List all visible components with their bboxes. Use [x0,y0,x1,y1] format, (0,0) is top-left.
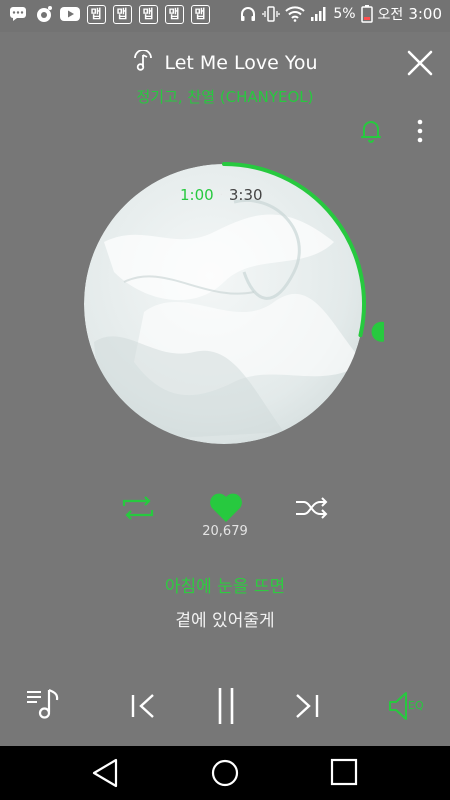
next-button[interactable] [286,686,326,726]
lyric-current[interactable]: 아침에 눈을 뜨면 [0,572,450,597]
signal-icon [310,6,328,22]
like-button[interactable] [205,488,247,528]
time-display: 1:00 · 3:30 [180,186,263,204]
hifi-note-icon [132,50,154,72]
seek-handle[interactable] [371,321,384,342]
heart-icon [210,493,242,522]
playlist-icon [27,688,59,719]
alarm-button[interactable] [356,116,386,146]
repeat-button[interactable] [118,492,158,524]
app-icon: 맵 [138,4,158,24]
wifi-icon [285,6,306,22]
recent-apps-button[interactable] [324,756,364,790]
music-note-icon [34,4,54,24]
lyric-next[interactable]: 곁에 있어줄게 [0,606,450,631]
previous-button[interactable] [124,686,164,726]
eq-label: EQ [408,699,424,712]
battery-percent: 5% [333,6,356,22]
app-icon: 맵 [164,4,184,24]
pause-icon [218,688,234,724]
recent-square-icon [330,758,358,786]
repeat-icon [122,496,154,520]
app-icon: 맵 [86,4,106,24]
skip-next-icon [296,694,319,718]
home-circle-icon [211,759,239,787]
more-button[interactable] [408,116,432,146]
current-time: 1:00 [180,186,214,204]
shuffle-button[interactable] [292,492,332,524]
pause-button[interactable] [206,684,246,728]
close-icon [407,50,433,76]
song-title: Let Me Love You [164,52,318,74]
song-title-row: Let Me Love You [0,50,450,74]
vibrate-icon [262,5,280,23]
skip-previous-icon [131,694,154,718]
shuffle-icon [296,497,328,519]
time-separator: · [219,189,223,201]
chat-icon [8,4,28,24]
back-button[interactable] [86,756,126,790]
app-icon: 맵 [190,4,210,24]
battery-icon [360,5,373,23]
youtube-icon [60,4,80,24]
back-triangle-icon [92,758,118,788]
total-time: 3:30 [228,186,263,204]
time-prefix: 오전 [377,7,404,23]
system-status: 5% 오전 3:00 [239,4,442,24]
home-button[interactable] [205,754,245,792]
app-icon: 맵 [112,4,132,24]
playlist-button[interactable] [22,684,66,724]
close-button[interactable] [402,45,438,81]
headphones-icon [239,5,257,23]
more-vertical-icon [417,119,423,143]
notification-icons: 맵 맵 맵 맵 맵 [8,4,210,24]
like-count: 20,679 [202,524,248,539]
status-time: 3:00 [408,5,442,23]
equalizer-button[interactable]: EQ [386,688,430,724]
album-art-seekbar[interactable] [84,162,384,447]
bell-icon [361,121,381,143]
artist-name[interactable]: 정기고, 찬열 (CHANYEOL) [0,86,450,107]
